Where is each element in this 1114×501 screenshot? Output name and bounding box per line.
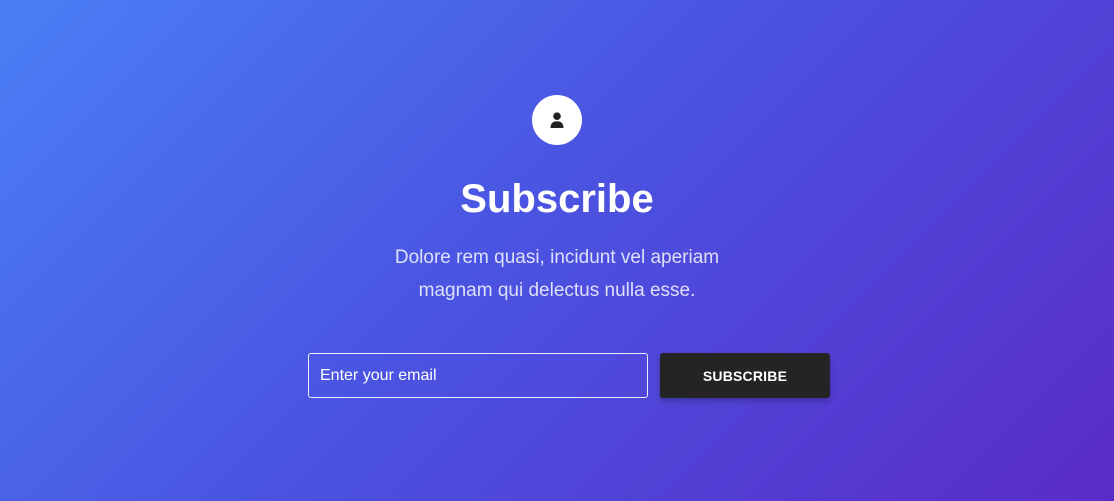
subscribe-form: SUBSCRIBE	[308, 353, 830, 398]
subscribe-button[interactable]: SUBSCRIBE	[660, 353, 830, 398]
email-input[interactable]	[308, 353, 648, 398]
user-icon	[550, 112, 564, 128]
subscribe-description: Dolore rem quasi, incidunt vel aperiam m…	[394, 247, 720, 301]
page-title: Subscribe	[460, 177, 654, 221]
avatar	[532, 95, 582, 145]
